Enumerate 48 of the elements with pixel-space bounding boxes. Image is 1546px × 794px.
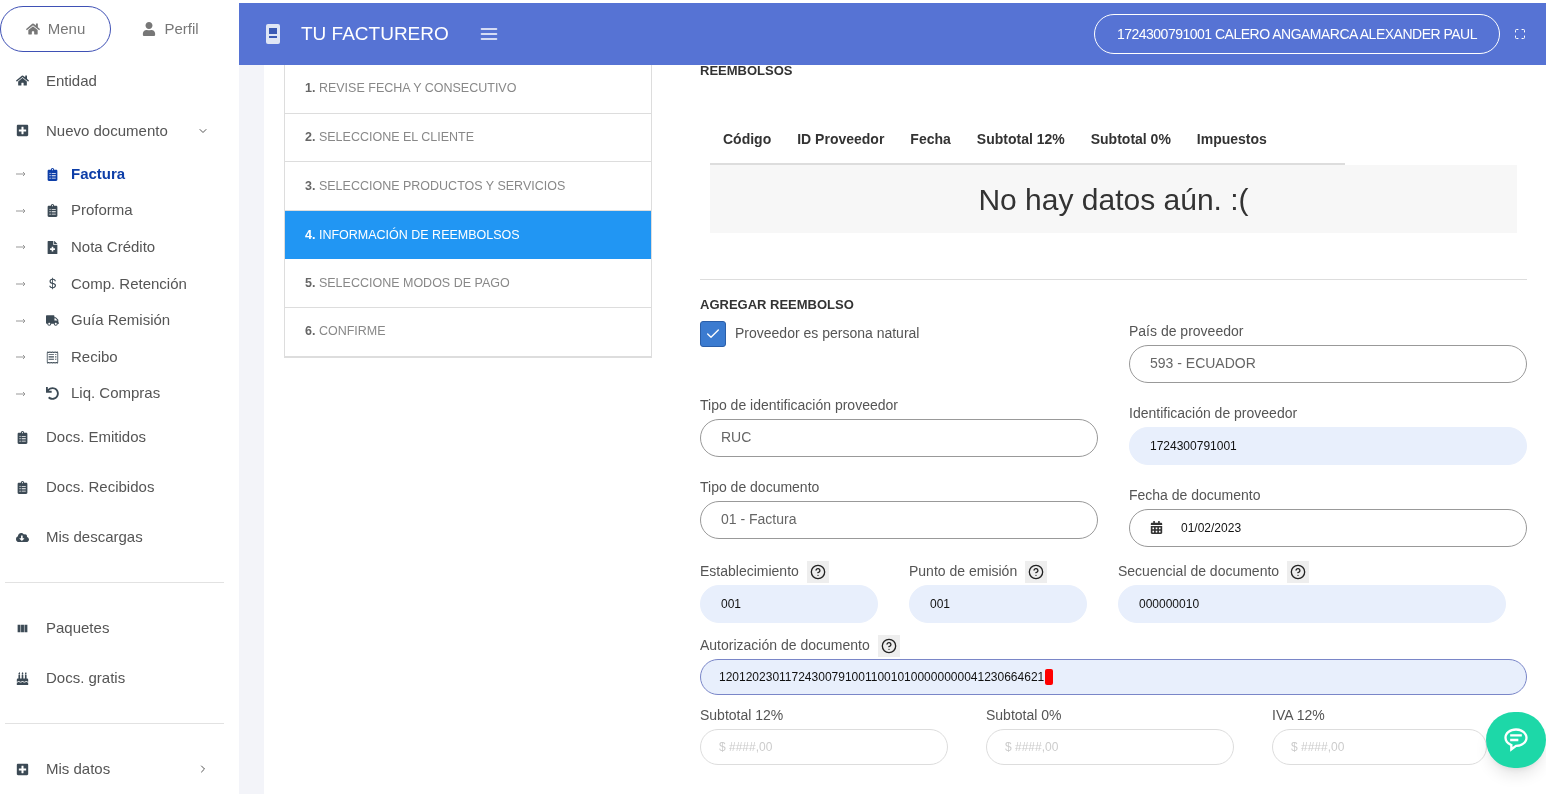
input-field[interactable]: 1201202301172430079100110010100000000041230664621 bbox=[700, 658, 1527, 695]
sidebar-subitem[interactable]: Recibo bbox=[0, 338, 239, 376]
column-header: Código bbox=[722, 129, 773, 149]
field-label: Subtotal 12% bbox=[700, 706, 784, 725]
sidebar-subitem[interactable]: Proforma bbox=[0, 192, 239, 230]
sidebar-item[interactable]: Docs. Recibidos bbox=[0, 462, 239, 512]
input-field[interactable]: 01/02/2023 bbox=[1129, 508, 1527, 547]
field-label: Autorización de documento bbox=[700, 636, 870, 655]
column-header: Impuestos bbox=[1195, 129, 1268, 149]
section-title: AGREGAR REEMBOLSO bbox=[700, 296, 855, 314]
input-field[interactable]: 593 - ECUADOR bbox=[1129, 344, 1527, 383]
app-title: TU FACTURERO bbox=[301, 21, 449, 46]
column-header: Subtotal 12% bbox=[975, 129, 1066, 149]
field-label: Tipo de identificación proveedor bbox=[700, 396, 898, 415]
input-field[interactable]: 000000010 bbox=[1118, 584, 1506, 623]
field-label: Establecimiento bbox=[700, 562, 799, 581]
sidebar-item[interactable]: Entidad bbox=[0, 55, 239, 106]
input-field[interactable]: 01 - Factura bbox=[700, 500, 1098, 539]
field-label: IVA 12% bbox=[1272, 706, 1325, 725]
field-label: Punto de emisión bbox=[909, 562, 1018, 581]
field-label: Identificación de proveedor bbox=[1129, 404, 1298, 423]
column-header: Fecha bbox=[909, 129, 952, 149]
field-label: Secuencial de documento bbox=[1118, 562, 1280, 581]
input-field[interactable]: 001 bbox=[700, 584, 878, 623]
sidebar-subitem[interactable]: Nota Crédito bbox=[0, 229, 239, 266]
sidebar-subitem[interactable]: Comp. Retención bbox=[0, 265, 239, 303]
input-field[interactable]: 1724300791001 bbox=[1129, 426, 1527, 465]
field-label: País de proveedor bbox=[1129, 322, 1244, 341]
field-label: Fecha de documento bbox=[1129, 486, 1261, 505]
sidebar-subitem[interactable]: Factura bbox=[0, 155, 239, 193]
checkbox-label: Proveedor es persona natural bbox=[735, 324, 920, 343]
input-field[interactable]: RUC bbox=[700, 418, 1098, 457]
input-field[interactable]: 001 bbox=[909, 584, 1087, 623]
column-header: ID Proveedor bbox=[796, 129, 886, 149]
sidebar-item[interactable]: Mis descargas bbox=[0, 512, 239, 562]
field-label: Subtotal 0% bbox=[986, 706, 1062, 725]
sidebar-item[interactable]: Docs. gratis bbox=[0, 653, 239, 703]
sidebar-subitem[interactable]: Guía Remisión bbox=[0, 302, 239, 339]
sidebar-item[interactable]: Paquetes bbox=[0, 603, 239, 653]
empty-table-message: No hay datos aún. :( bbox=[710, 165, 1517, 233]
column-header: Subtotal 0% bbox=[1089, 129, 1172, 149]
sidebar-item[interactable]: Docs. Emitidos bbox=[0, 412, 239, 462]
sidebar-item[interactable]: Nuevo documento bbox=[0, 105, 239, 156]
field-label: Tipo de documento bbox=[700, 478, 820, 497]
sidebar-tab[interactable]: Perfil bbox=[115, 5, 226, 52]
sidebar-item[interactable]: Mis datos bbox=[0, 744, 239, 794]
section-title: REEMBOLSOS bbox=[700, 65, 794, 77]
sidebar-subitem[interactable]: Liq. Compras bbox=[0, 375, 239, 412]
